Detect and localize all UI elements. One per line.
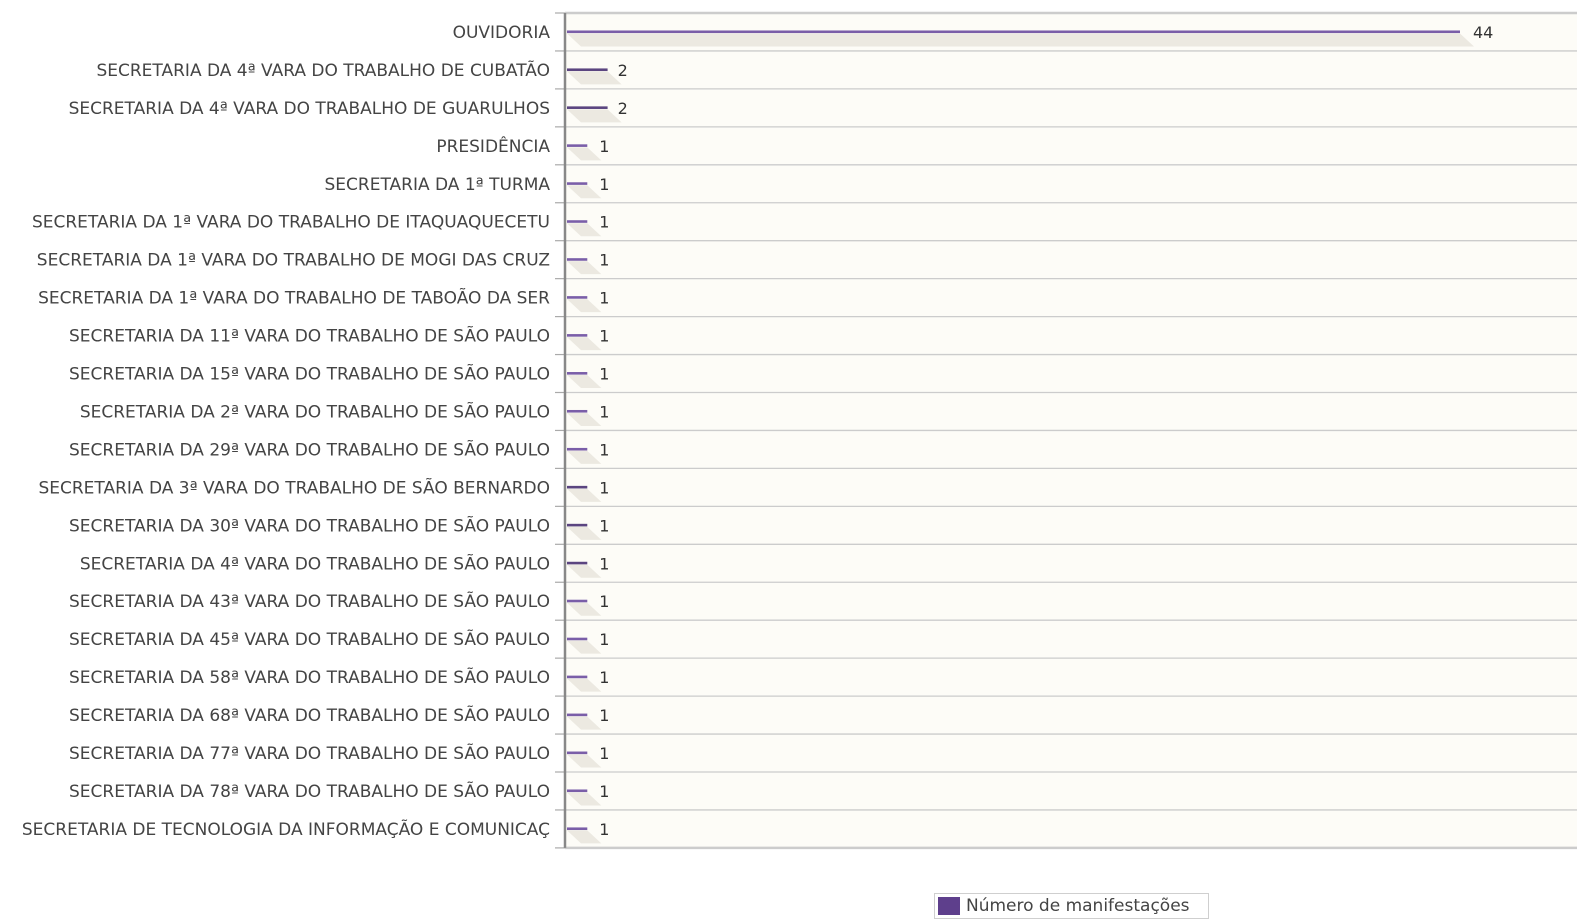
value-label: 1	[599, 137, 609, 156]
category-label: OUVIDORIA	[453, 23, 551, 43]
bar	[567, 637, 588, 641]
value-label: 1	[599, 251, 609, 270]
bar	[567, 334, 588, 337]
bar	[567, 296, 588, 299]
legend: Número de manifestações	[934, 893, 1209, 919]
bar	[567, 789, 588, 793]
category-label: SECRETARIA DA 78ª VARA DO TRABALHO DE SÃ…	[69, 780, 550, 802]
value-label: 1	[599, 744, 609, 763]
category-label: SECRETARIA DA 29ª VARA DO TRABALHO DE SÃ…	[69, 438, 550, 460]
category-label: SECRETARIA DA 3ª VARA DO TRABALHO DE SÃO…	[38, 476, 550, 498]
category-label: SECRETARIA DA 1ª VARA DO TRABALHO DE TAB…	[38, 287, 550, 309]
bar	[567, 713, 588, 717]
bar	[567, 827, 588, 831]
category-label: SECRETARIA DA 45ª VARA DO TRABALHO DE SÃ…	[69, 628, 550, 650]
value-label: 1	[599, 668, 609, 687]
bar	[567, 447, 588, 451]
bar	[567, 561, 588, 565]
bar	[567, 599, 588, 603]
category-labels: OUVIDORIA SECRETARIA DA 4ª VARA DO TRABAL…	[22, 23, 550, 840]
category-label: SECRETARIA DA 77ª VARA DO TRABALHO DE SÃ…	[69, 742, 550, 764]
bar	[567, 106, 608, 109]
legend-label: Número de manifestações	[966, 896, 1190, 916]
value-label: 2	[618, 61, 628, 80]
bar-shadow	[567, 33, 1474, 47]
value-label: 1	[599, 554, 609, 573]
value-label: 1	[599, 327, 609, 346]
bar	[567, 182, 588, 185]
category-label: SECRETARIA DA 4ª VARA DO TRABALHO DE CUB…	[96, 59, 550, 81]
legend-swatch	[938, 897, 960, 915]
value-label: 1	[599, 365, 609, 384]
value-label: 1	[599, 289, 609, 308]
value-label: 1	[599, 782, 609, 801]
bar-chart: OUVIDORIA SECRETARIA DA 4ª VARA DO TRABAL…	[22, 11, 1577, 850]
category-label: SECRETARIA DA 30ª VARA DO TRABALHO DE SÃ…	[69, 514, 550, 536]
category-label: SECRETARIA DA 2ª VARA DO TRABALHO DE SÃO…	[80, 400, 550, 422]
category-label: SECRETARIA DA 4ª VARA DO TRABALHO DE GUA…	[69, 99, 550, 119]
value-label: 1	[599, 820, 609, 839]
category-label: SECRETARIA DA 1ª VARA DO TRABALHO DE MOG…	[37, 251, 550, 271]
category-label: SECRETARIA DA 43ª VARA DO TRABALHO DE SÃ…	[69, 590, 550, 612]
bar	[567, 144, 588, 147]
category-label: SECRETARIA DA 68ª VARA DO TRABALHO DE SÃ…	[69, 704, 550, 726]
value-label: 1	[599, 478, 609, 497]
category-label: SECRETARIA DA 15ª VARA DO TRABALHO DE SÃ…	[69, 363, 550, 385]
bar	[567, 68, 608, 72]
bar	[567, 220, 588, 223]
category-label: SECRETARIA DA 1ª TURMA	[325, 175, 551, 195]
value-label: 1	[599, 175, 609, 194]
value-label: 1	[599, 402, 609, 421]
category-label: SECRETARIA DA 1ª VARA DO TRABALHO DE ITA…	[32, 213, 550, 233]
bar	[567, 258, 588, 261]
bar	[567, 751, 588, 755]
category-label: PRESIDÊNCIA	[436, 135, 550, 157]
value-label: 1	[599, 706, 609, 725]
value-label: 2	[618, 99, 628, 118]
category-label: SECRETARIA DA 58ª VARA DO TRABALHO DE SÃ…	[69, 666, 550, 688]
bar	[567, 675, 588, 679]
bar	[567, 409, 588, 413]
axis	[555, 12, 567, 849]
category-label: SECRETARIA DE TECNOLOGIA DA INFORMAÇÃO E…	[22, 818, 550, 840]
category-label: SECRETARIA DA 4ª VARA DO TRABALHO DE SÃO…	[80, 552, 550, 574]
value-label: 44	[1473, 23, 1493, 42]
value-label: 1	[599, 630, 609, 649]
value-label: 1	[599, 213, 609, 232]
bar	[567, 372, 588, 375]
value-label: 1	[599, 440, 609, 459]
bar	[567, 30, 1460, 34]
category-label: SECRETARIA DA 11ª VARA DO TRABALHO DE SÃ…	[69, 325, 550, 347]
value-label: 1	[599, 516, 609, 535]
bar	[567, 485, 588, 489]
bar	[567, 523, 588, 527]
value-label: 1	[599, 592, 609, 611]
